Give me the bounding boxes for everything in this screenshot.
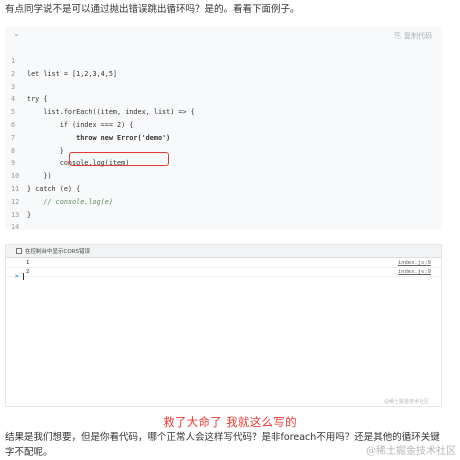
code-line: 1 (5, 55, 442, 68)
code-line: 14 (5, 221, 442, 234)
red-caption: 救了大命了 我就这么写的 (163, 415, 297, 429)
line-number: 13 (11, 210, 20, 219)
chevron-down-icon[interactable]: ⌄ (13, 29, 20, 38)
line-code: throw new Error('demo') (27, 133, 171, 142)
log-value: 1 (26, 260, 30, 266)
line-number: 8 (11, 146, 16, 155)
console-log-row: 2 index.js:9 (6, 268, 441, 277)
line-number: 2 (11, 69, 16, 78)
line-code: list.forEach((item, index, list) => { (27, 108, 195, 117)
code-line: 10 }) (5, 170, 442, 183)
code-block: ⌄ ⎘ 复制代码 1 2 let list = [1,2,3,4,5] 3 4 tr… (5, 26, 442, 231)
line-code: } catch (e) { (27, 184, 81, 193)
code-line: 5 list.forEach((item, index, list) => { (5, 106, 442, 119)
line-number: 7 (11, 133, 16, 142)
line-code: try { (27, 95, 48, 104)
copy-code-label: 复制代码 (404, 32, 432, 40)
console-caret[interactable] (23, 273, 24, 280)
code-lines: 1 2 let list = [1,2,3,4,5] 3 4 try { 5 lis… (5, 55, 442, 234)
copy-icon: ⎘ (394, 31, 401, 40)
copy-code-button[interactable]: ⎘ 复制代码 (395, 30, 432, 42)
devtools-console: 在控制台中显示CORS错误 1 index.js:9 2 index.js:9 … (5, 244, 442, 407)
code-line: 11 } catch (e) { (5, 183, 442, 196)
line-code: } (27, 210, 32, 219)
code-header: ⌄ ⎘ 复制代码 (5, 26, 442, 46)
line-number: 12 (11, 197, 20, 206)
log-source-link[interactable]: index.js:9 (398, 268, 431, 277)
cors-checkbox-label: 在控制台中显示CORS错误 (25, 249, 90, 255)
line-code: if (index === 2) { (27, 120, 134, 129)
code-line: 2 let list = [1,2,3,4,5] (5, 68, 442, 81)
site-watermark: @稀土掘金技术社区 (366, 446, 456, 457)
highlight-box (69, 152, 169, 166)
cors-checkbox[interactable] (16, 248, 22, 254)
console-toolbar: 在控制台中显示CORS错误 (6, 245, 441, 258)
code-line: 6 if (index === 2) { (5, 119, 442, 132)
line-number: 9 (11, 159, 16, 168)
line-number: 3 (11, 82, 16, 91)
code-line: 12 // console.log(e) (5, 196, 442, 209)
log-source-link[interactable]: index.js:9 (398, 259, 431, 268)
code-line: 4 try { (5, 93, 442, 106)
line-number: 1 (11, 57, 16, 65)
code-line: 3 (5, 81, 442, 94)
intro-paragraph: 有点同学说不是可以通过抛出错误跳出循环吗？是的。看看下面例子。 (5, 4, 300, 15)
console-watermark: @稀土掘金技术社区 (383, 399, 429, 405)
line-code: }) (27, 172, 52, 181)
console-log-row: 1 index.js:9 (6, 259, 441, 268)
log-value: 2 (26, 269, 30, 275)
line-number: 14 (11, 223, 20, 232)
code-line: 13} (5, 209, 442, 222)
line-number: 5 (11, 108, 16, 117)
line-code: } (27, 146, 64, 155)
line-number: 10 (11, 172, 20, 181)
line-code: let list = [1,2,3,4,5] (27, 69, 118, 78)
line-code: // console.log(e) (27, 197, 113, 206)
line-number: 4 (11, 95, 16, 104)
code-line-highlighted: 7 throw new Error('demo') (5, 132, 442, 145)
console-prompt[interactable]: > (15, 272, 19, 280)
line-number: 6 (11, 120, 16, 129)
line-number: 11 (11, 184, 20, 193)
